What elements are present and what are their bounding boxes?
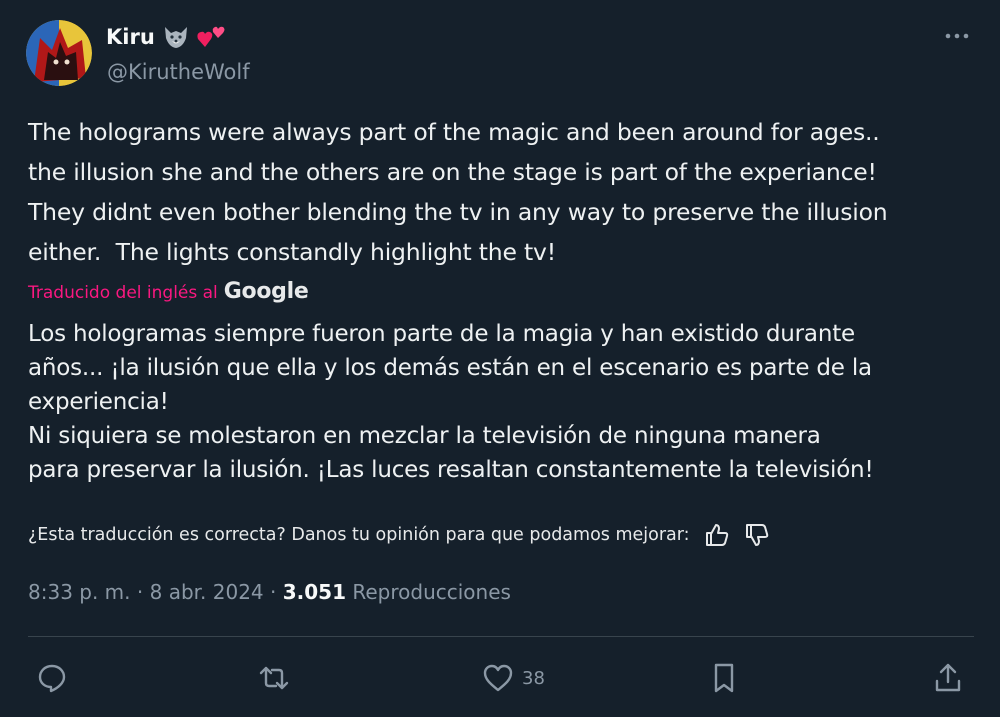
translation-attribution: Traducido del inglés al Google <box>28 279 309 304</box>
meta-separator: · <box>136 580 144 604</box>
author-name-row[interactable]: Kiru <box>106 25 227 49</box>
divider <box>28 636 974 637</box>
like-count: 38 <box>522 667 545 689</box>
thumbs-up-icon[interactable] <box>704 522 730 548</box>
bookmark-button[interactable] <box>708 660 748 696</box>
tweet-time[interactable]: 8:33 p. m. <box>28 580 131 604</box>
avatar[interactable] <box>26 20 92 86</box>
bookmark-icon <box>714 663 734 693</box>
thumbs-down-icon[interactable] <box>744 522 770 548</box>
translated-text: Los hologramas siempre fueron parte de l… <box>28 321 874 483</box>
more-options-icon[interactable] <box>944 26 970 46</box>
wolf-avatar-image <box>26 20 92 86</box>
google-logo: Google <box>223 279 309 304</box>
share-icon <box>935 663 961 692</box>
views-count: 3.051 <box>282 580 346 604</box>
translation-feedback: ¿Esta traducción es correcta? Danos tu o… <box>28 522 770 548</box>
tweet-meta: 8:33 p. m. · 8 abr. 2024 · 3.051 Reprodu… <box>28 580 511 604</box>
heart-icon <box>483 664 513 692</box>
views-label: Reproducciones <box>352 580 511 604</box>
reply-icon <box>38 664 66 693</box>
retweet-icon <box>259 666 289 690</box>
retweet-button[interactable] <box>258 660 298 696</box>
author-handle[interactable]: @KirutheWolf <box>107 60 250 84</box>
meta-separator: · <box>270 580 277 604</box>
tweet-date[interactable]: 8 abr. 2024 <box>150 580 264 604</box>
tweet-text: The holograms were always part of the ma… <box>28 118 888 266</box>
share-button[interactable] <box>932 660 964 696</box>
author-name[interactable]: Kiru <box>106 25 155 49</box>
like-button[interactable]: 38 <box>482 660 545 696</box>
translated-label: Traducido del inglés al <box>28 283 218 303</box>
reply-button[interactable] <box>36 660 76 696</box>
feedback-prompt: ¿Esta traducción es correcta? Danos tu o… <box>28 525 690 545</box>
two-hearts-icon <box>197 25 227 49</box>
wolf-face-icon <box>163 25 189 49</box>
